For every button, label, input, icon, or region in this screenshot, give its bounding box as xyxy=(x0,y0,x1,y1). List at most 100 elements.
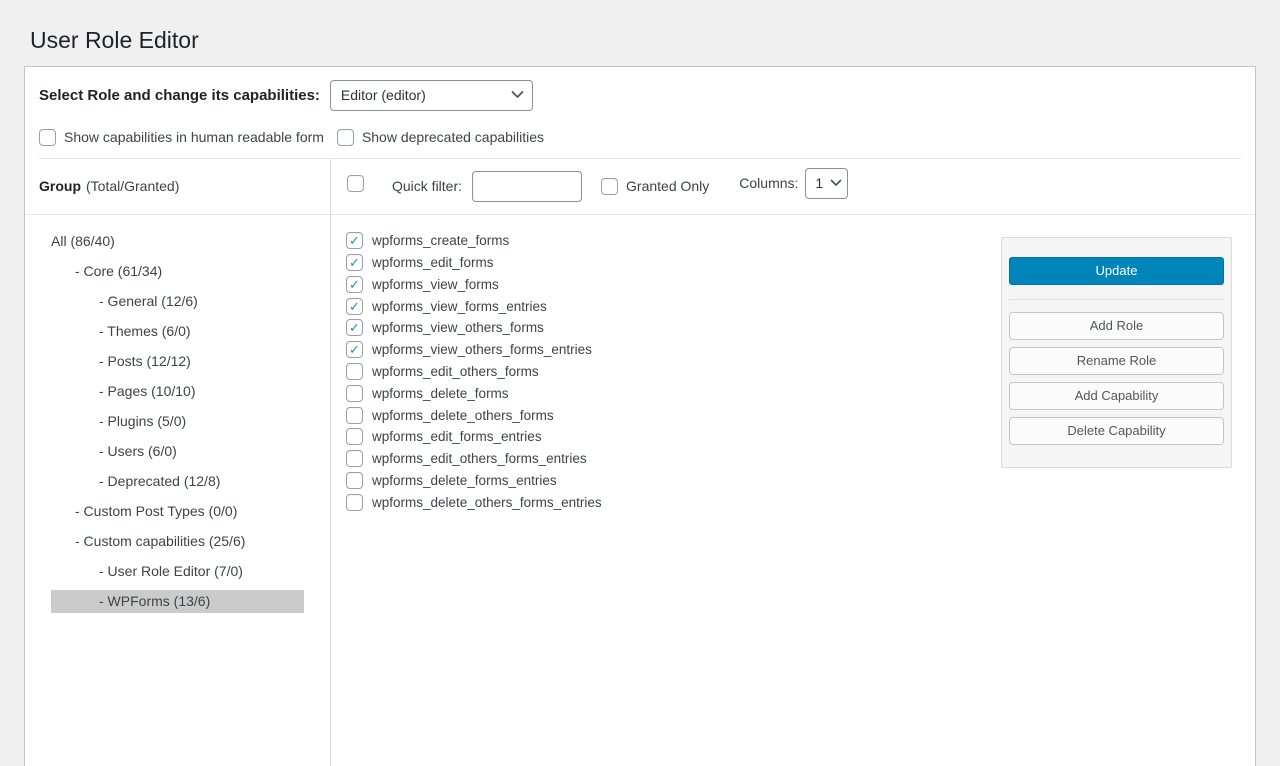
group-tree-item-label: All (86/40) xyxy=(51,233,115,249)
capability-checkbox[interactable] xyxy=(346,494,363,511)
capability-row: wpforms_view_others_forms_entries xyxy=(346,339,1001,361)
group-tree-item[interactable]: - Plugins (5/0) xyxy=(51,410,304,433)
granted-only-checkbox[interactable] xyxy=(601,178,618,195)
human-readable-label: Show capabilities in human readable form xyxy=(64,129,324,145)
actions-panel: Update Add Role Rename Role Add Capabili… xyxy=(1001,237,1232,468)
capability-label: wpforms_edit_others_forms xyxy=(372,364,539,379)
capability-label: wpforms_view_others_forms xyxy=(372,320,544,335)
deprecated-toggle: Show deprecated capabilities xyxy=(337,129,544,146)
capability-checkbox[interactable] xyxy=(346,363,363,380)
group-tree-item[interactable]: - General (12/6) xyxy=(51,290,304,313)
delete-capability-button[interactable]: Delete Capability xyxy=(1009,417,1224,445)
capability-checkbox[interactable] xyxy=(346,298,363,315)
columns-select[interactable]: 1 xyxy=(805,168,848,199)
capability-checkbox[interactable] xyxy=(346,319,363,336)
group-tree-item-label: - Pages (10/10) xyxy=(99,383,196,399)
capabilities-section: Quick filter: Granted Only Columns: 1 wp… xyxy=(331,159,1255,766)
capability-checkbox[interactable] xyxy=(346,276,363,293)
capability-list: wpforms_create_forms wpforms_edit_forms … xyxy=(331,215,1001,513)
role-select-label: Select Role and change its capabilities: xyxy=(39,87,320,104)
capability-row: wpforms_edit_others_forms xyxy=(346,361,1001,383)
columns-label: Columns: xyxy=(739,175,798,191)
capability-checkbox[interactable] xyxy=(346,428,363,445)
capability-checkbox[interactable] xyxy=(346,385,363,402)
show-deprecated-checkbox[interactable] xyxy=(337,129,354,146)
panel-header: Select Role and change its capabilities:… xyxy=(25,67,1255,159)
human-readable-toggle: Show capabilities in human readable form xyxy=(39,129,324,146)
capability-row: wpforms_view_forms xyxy=(346,273,1001,295)
capability-row: wpforms_delete_forms_entries xyxy=(346,470,1001,492)
group-tree-item-label: - WPForms (13/6) xyxy=(99,593,210,609)
group-tree-item[interactable]: - Themes (6/0) xyxy=(51,320,304,343)
group-list: All (86/40) - Core (61/34) - General (12… xyxy=(51,230,304,613)
rename-role-button[interactable]: Rename Role xyxy=(1009,347,1224,375)
capability-row: wpforms_delete_others_forms xyxy=(346,404,1001,426)
human-readable-checkbox[interactable] xyxy=(39,129,56,146)
actions-divider xyxy=(1009,299,1224,300)
capability-checkbox[interactable] xyxy=(346,407,363,424)
groups-header-suffix: (Total/Granted) xyxy=(86,178,179,194)
group-tree-item-label: - Plugins (5/0) xyxy=(99,413,186,429)
group-tree-item[interactable]: - Custom Post Types (0/0) xyxy=(51,500,304,523)
update-button[interactable]: Update xyxy=(1009,257,1224,285)
add-capability-button[interactable]: Add Capability xyxy=(1009,382,1224,410)
capability-checkbox[interactable] xyxy=(346,232,363,249)
capability-row: wpforms_view_others_forms xyxy=(346,317,1001,339)
user-role-editor-panel: Select Role and change its capabilities:… xyxy=(24,66,1256,766)
group-tree-item[interactable]: All (86/40) xyxy=(51,230,304,253)
group-tree-item-label: - General (12/6) xyxy=(99,293,198,309)
groups-header-title: Group xyxy=(39,178,81,194)
capability-label: wpforms_create_forms xyxy=(372,233,509,248)
capability-row: wpforms_create_forms xyxy=(346,230,1001,252)
group-tree-item-label: - User Role Editor (7/0) xyxy=(99,563,243,579)
group-tree-item-label: - Themes (6/0) xyxy=(99,323,191,339)
capability-checkbox[interactable] xyxy=(346,254,363,271)
capability-label: wpforms_view_others_forms_entries xyxy=(372,342,592,357)
group-tree-item[interactable]: - User Role Editor (7/0) xyxy=(51,560,304,583)
capability-label: wpforms_view_forms xyxy=(372,277,499,292)
group-tree-item[interactable]: - Deprecated (12/8) xyxy=(51,470,304,493)
quick-filter-label: Quick filter: xyxy=(392,178,462,194)
capability-label: wpforms_delete_others_forms_entries xyxy=(372,495,602,510)
capability-checkbox[interactable] xyxy=(346,341,363,358)
group-tree-item[interactable]: - Pages (10/10) xyxy=(51,380,304,403)
group-tree-item-label: - Custom Post Types (0/0) xyxy=(75,503,237,519)
capability-label: wpforms_delete_others_forms xyxy=(372,408,554,423)
capability-row: wpforms_edit_forms xyxy=(346,252,1001,274)
capability-row: wpforms_edit_others_forms_entries xyxy=(346,448,1001,470)
filter-bar: Quick filter: Granted Only Columns: 1 xyxy=(331,159,1255,215)
select-all-checkbox[interactable] xyxy=(347,175,364,192)
capability-label: wpforms_edit_forms_entries xyxy=(372,429,542,444)
quick-filter-input[interactable] xyxy=(472,171,582,202)
capability-row: wpforms_delete_others_forms_entries xyxy=(346,491,1001,513)
capability-label: wpforms_delete_forms xyxy=(372,386,509,401)
group-tree-item[interactable]: - WPForms (13/6) xyxy=(51,590,304,613)
group-tree-item-label: - Deprecated (12/8) xyxy=(99,473,220,489)
capability-checkbox[interactable] xyxy=(346,472,363,489)
group-tree-item-label: - Users (6/0) xyxy=(99,443,177,459)
groups-sidebar: Group (Total/Granted) All (86/40) - Core… xyxy=(25,159,331,766)
role-select[interactable]: Editor (editor) xyxy=(330,80,533,111)
group-tree-item[interactable]: - Core (61/34) xyxy=(51,260,304,283)
capability-row: wpforms_edit_forms_entries xyxy=(346,426,1001,448)
show-deprecated-label: Show deprecated capabilities xyxy=(362,129,544,145)
groups-header: Group (Total/Granted) xyxy=(25,159,330,215)
group-tree-item-label: - Posts (12/12) xyxy=(99,353,191,369)
capability-checkbox[interactable] xyxy=(346,450,363,467)
capability-label: wpforms_view_forms_entries xyxy=(372,299,547,314)
capability-row: wpforms_delete_forms xyxy=(346,382,1001,404)
capability-label: wpforms_edit_forms xyxy=(372,255,494,270)
capability-label: wpforms_edit_others_forms_entries xyxy=(372,451,587,466)
columns-select-control[interactable]: 1 xyxy=(805,168,848,199)
group-tree-item[interactable]: - Custom capabilities (25/6) xyxy=(51,530,304,553)
add-role-button[interactable]: Add Role xyxy=(1009,312,1224,340)
role-select-control[interactable]: Editor (editor) xyxy=(330,80,533,111)
group-tree-item-label: - Custom capabilities (25/6) xyxy=(75,533,245,549)
group-tree-item[interactable]: - Users (6/0) xyxy=(51,440,304,463)
page-title: User Role Editor xyxy=(30,26,1280,56)
capability-label: wpforms_delete_forms_entries xyxy=(372,473,557,488)
group-tree-item[interactable]: - Posts (12/12) xyxy=(51,350,304,373)
granted-only-label: Granted Only xyxy=(626,178,709,194)
capability-row: wpforms_view_forms_entries xyxy=(346,295,1001,317)
group-tree-item-label: - Core (61/34) xyxy=(75,263,162,279)
